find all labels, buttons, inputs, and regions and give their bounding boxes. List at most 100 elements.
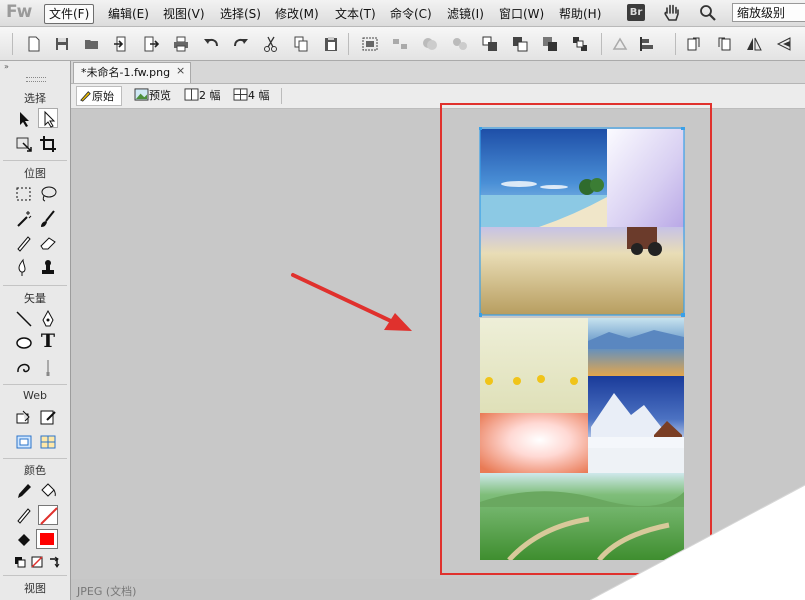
menu-modify[interactable]: 修改(M) bbox=[270, 4, 324, 24]
freeform-tool-icon[interactable] bbox=[14, 358, 34, 378]
stroke-color-icon[interactable] bbox=[14, 505, 34, 525]
pencil-tool-icon[interactable] bbox=[14, 233, 34, 253]
send-backward-icon[interactable] bbox=[541, 35, 559, 53]
pointer-tool-icon[interactable] bbox=[14, 109, 34, 129]
text-tool-icon[interactable]: T bbox=[38, 331, 58, 351]
hand-tool-icon[interactable] bbox=[663, 3, 681, 23]
join-icon[interactable] bbox=[421, 35, 439, 53]
menu-file[interactable]: 文件(F) bbox=[44, 4, 95, 24]
bring-forward-icon[interactable] bbox=[511, 35, 529, 53]
menu-window[interactable]: 窗口(W) bbox=[494, 4, 549, 24]
redo-icon[interactable] bbox=[232, 35, 250, 53]
marquee-tool-icon[interactable] bbox=[14, 184, 34, 204]
view-preview-label: 预览 bbox=[149, 89, 171, 102]
view-4up-button[interactable]: 4 幅 bbox=[231, 86, 270, 106]
ellipse-tool-icon[interactable] bbox=[14, 333, 34, 353]
section-colors-label: 颜色 bbox=[24, 464, 46, 477]
no-color-icon[interactable] bbox=[31, 556, 43, 568]
bridge-button[interactable]: Br bbox=[627, 4, 645, 21]
toolbar-divider bbox=[348, 33, 349, 55]
smart-polygon-icon[interactable] bbox=[611, 35, 629, 53]
app-logo: Fw bbox=[6, 2, 32, 22]
hide-slices-icon[interactable] bbox=[14, 432, 34, 452]
view-2up-label: 2 幅 bbox=[199, 89, 221, 102]
pen-tool-icon[interactable] bbox=[38, 309, 58, 329]
show-slices-icon[interactable] bbox=[38, 432, 58, 452]
knife-tool-icon[interactable] bbox=[38, 358, 58, 378]
red-arrow-annotation bbox=[291, 273, 412, 331]
swap-colors-icon[interactable] bbox=[47, 555, 61, 569]
lasso-tool-icon[interactable] bbox=[38, 184, 58, 204]
flip-vertical-icon[interactable] bbox=[775, 35, 793, 53]
group-icon[interactable] bbox=[361, 35, 379, 53]
status-text: JPEG (文档) bbox=[77, 585, 137, 598]
hotspot-tool-icon[interactable] bbox=[14, 408, 34, 428]
pencil-icon bbox=[80, 91, 91, 102]
menu-select[interactable]: 选择(S) bbox=[215, 4, 266, 24]
menu-text[interactable]: 文本(T) bbox=[330, 4, 381, 24]
fill-color-icon[interactable] bbox=[14, 530, 34, 550]
document-tab[interactable]: *未命名-1.fw.png bbox=[73, 62, 191, 83]
four-up-icon bbox=[233, 88, 248, 101]
view-2up-button[interactable]: 2 幅 bbox=[182, 86, 221, 106]
cut-icon[interactable] bbox=[262, 35, 280, 53]
menu-edit[interactable]: 编辑(E) bbox=[103, 4, 154, 24]
panel-collapse-button[interactable]: » bbox=[4, 62, 9, 71]
zoom-level-select[interactable]: 缩放级别 bbox=[732, 3, 805, 22]
menu-commands[interactable]: 命令(C) bbox=[385, 4, 437, 24]
rotate-ccw-icon[interactable] bbox=[715, 35, 733, 53]
rotate-icon[interactable] bbox=[685, 35, 703, 53]
view-original-label: 原始 bbox=[92, 90, 114, 103]
menu-view[interactable]: 视图(V) bbox=[158, 4, 210, 24]
eyedropper-tool-icon[interactable] bbox=[14, 481, 34, 501]
section-divider bbox=[3, 160, 67, 161]
print-icon[interactable] bbox=[172, 35, 190, 53]
crop-tool-icon[interactable] bbox=[38, 134, 58, 154]
zoom-tool-icon[interactable] bbox=[699, 4, 717, 22]
new-file-icon[interactable] bbox=[25, 35, 43, 53]
section-select-label: 选择 bbox=[24, 92, 46, 105]
view-preview-button[interactable]: 预览 bbox=[132, 86, 171, 106]
line-tool-icon[interactable] bbox=[14, 309, 34, 329]
toolbar-divider bbox=[675, 33, 676, 55]
align-dropdown-icon[interactable] bbox=[638, 35, 656, 53]
default-colors-icon[interactable] bbox=[14, 556, 26, 568]
menu-filters[interactable]: 滤镜(I) bbox=[442, 4, 489, 24]
menu-help[interactable]: 帮助(H) bbox=[554, 4, 606, 24]
toolbar-grip bbox=[12, 33, 13, 55]
ungroup-icon[interactable] bbox=[391, 35, 409, 53]
panel-grip bbox=[26, 77, 46, 82]
scale-tool-icon[interactable] bbox=[14, 134, 34, 154]
export-icon[interactable] bbox=[142, 35, 160, 53]
fill-color-swatch[interactable] bbox=[36, 529, 58, 549]
save-icon[interactable] bbox=[53, 35, 71, 53]
section-bitmap-label: 位图 bbox=[24, 167, 46, 180]
send-to-back-icon[interactable] bbox=[571, 35, 589, 53]
slice-tool-icon[interactable] bbox=[38, 408, 58, 428]
section-divider bbox=[3, 458, 67, 459]
subselect-tool-icon[interactable] bbox=[38, 108, 58, 128]
flip-horizontal-icon[interactable] bbox=[745, 35, 763, 53]
magic-wand-icon[interactable] bbox=[14, 209, 34, 229]
paste-icon[interactable] bbox=[322, 35, 340, 53]
eraser-tool-icon[interactable] bbox=[38, 233, 58, 253]
document-tab-title: *未命名-1.fw.png bbox=[81, 66, 171, 79]
two-up-icon bbox=[184, 88, 199, 101]
import-icon[interactable] bbox=[112, 35, 130, 53]
view-4up-label: 4 幅 bbox=[248, 89, 270, 102]
rubber-stamp-icon[interactable] bbox=[38, 258, 58, 278]
close-tab-icon[interactable]: × bbox=[176, 64, 185, 77]
stroke-color-swatch[interactable] bbox=[38, 505, 58, 525]
brush-tool-icon[interactable] bbox=[38, 209, 58, 229]
section-web-label: Web bbox=[23, 389, 47, 402]
view-original-button[interactable]: 原始 bbox=[76, 86, 122, 106]
open-icon[interactable] bbox=[83, 35, 101, 53]
copy-icon[interactable] bbox=[292, 35, 310, 53]
bring-to-front-icon[interactable] bbox=[481, 35, 499, 53]
undo-icon[interactable] bbox=[202, 35, 220, 53]
split-icon[interactable] bbox=[451, 35, 469, 53]
tools-panel bbox=[0, 61, 71, 600]
paint-bucket-icon[interactable] bbox=[38, 481, 58, 501]
blur-tool-icon[interactable] bbox=[14, 258, 34, 278]
section-view-label: 视图 bbox=[24, 582, 46, 595]
